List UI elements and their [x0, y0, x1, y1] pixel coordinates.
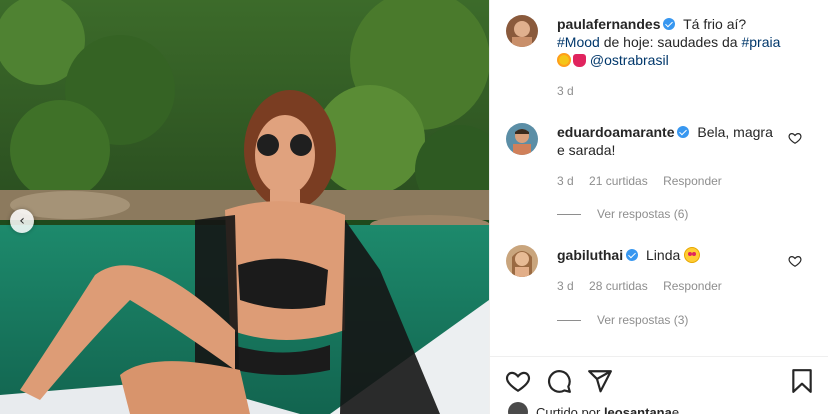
mention-ostrabrasil[interactable]: @ostrabrasil [590, 52, 669, 68]
paper-plane-icon[interactable] [587, 368, 613, 394]
comment-2-text: Linda [646, 247, 681, 263]
replies-line [557, 319, 581, 321]
actions-separator [490, 356, 828, 357]
heart-icon[interactable] [505, 368, 531, 394]
comment-1-view-replies[interactable]: Ver respostas (6) [557, 207, 688, 221]
post-photo[interactable]: ‹ [0, 0, 489, 414]
post-details-panel: paulafernandes Tá frio aí? #Mood de hoje… [490, 0, 828, 414]
caption-middle: de hoje: saudades da [599, 34, 742, 50]
comment-2-view-replies[interactable]: Ver respostas (3) [557, 313, 688, 327]
comment-2-like-heart-icon[interactable] [788, 254, 802, 268]
bookmark-icon[interactable] [789, 368, 815, 394]
replies-line [557, 213, 581, 215]
comment-1: eduardoamarante Bela, magra e sarada! [557, 123, 773, 159]
author-avatar[interactable] [506, 15, 538, 47]
comment-1-username[interactable]: eduardoamarante [557, 124, 674, 140]
comment-1-text-line2: e sarada! [557, 142, 616, 158]
comment-1-time[interactable]: 3 d [557, 174, 574, 188]
post-caption: paulafernandes Tá frio aí? #Mood de hoje… [557, 15, 780, 69]
post-image [0, 0, 489, 414]
liked-by-prefix: Curtido por [536, 404, 601, 414]
comment-2-reply-button[interactable]: Responder [663, 279, 722, 293]
heart-eyes-emoji-icon [684, 247, 701, 263]
post-actions-bar [490, 358, 828, 402]
comment-1-likes[interactable]: 21 curtidas [589, 174, 648, 188]
chevron-left-icon: ‹ [19, 213, 25, 229]
liked-by-row: Curtido por leosantana e [508, 402, 679, 414]
comment-icon[interactable] [546, 368, 572, 394]
comment-1-reply-button[interactable]: Responder [663, 174, 722, 188]
verified-badge-icon [626, 249, 639, 261]
author-username[interactable]: paulafernandes [557, 16, 660, 32]
comment-1-view-replies-label: Ver respostas (6) [597, 207, 689, 221]
comment-2-time[interactable]: 3 d [557, 279, 574, 293]
hashtag-praia[interactable]: #praia [741, 34, 780, 50]
hashtag-mood[interactable]: #Mood [557, 34, 600, 50]
liked-by-avatar[interactable] [508, 402, 528, 414]
bikini-emoji-icon [573, 54, 586, 67]
comment-2: gabiluthai Linda [557, 246, 701, 264]
commenter-avatar[interactable] [506, 245, 538, 277]
caption-meta: 3 d [557, 84, 586, 98]
comment-1-meta: 3 d 21 curtidas Responder [557, 174, 734, 188]
liked-by-username[interactable]: leosantana [604, 405, 672, 414]
comments-list[interactable]: paulafernandes Tá frio aí? #Mood de hoje… [490, 0, 828, 356]
verified-badge-icon [663, 18, 676, 30]
liked-by-suffix: e [671, 404, 680, 414]
comment-2-username[interactable]: gabiluthai [557, 247, 623, 263]
comment-1-like-heart-icon[interactable] [788, 131, 802, 145]
caption-time[interactable]: 3 d [557, 84, 574, 98]
sun-emoji-icon [557, 53, 571, 67]
carousel-prev-button[interactable]: ‹ [10, 209, 34, 233]
comment-1-text-line1: Bela, magra [697, 124, 773, 140]
comment-2-likes[interactable]: 28 curtidas [589, 279, 648, 293]
comment-2-view-replies-label: Ver respostas (3) [597, 313, 689, 327]
verified-badge-icon [677, 126, 690, 138]
comment-2-meta: 3 d 28 curtidas Responder [557, 279, 734, 293]
commenter-avatar[interactable] [506, 123, 538, 155]
caption-line-1: Tá frio aí? [683, 16, 747, 32]
